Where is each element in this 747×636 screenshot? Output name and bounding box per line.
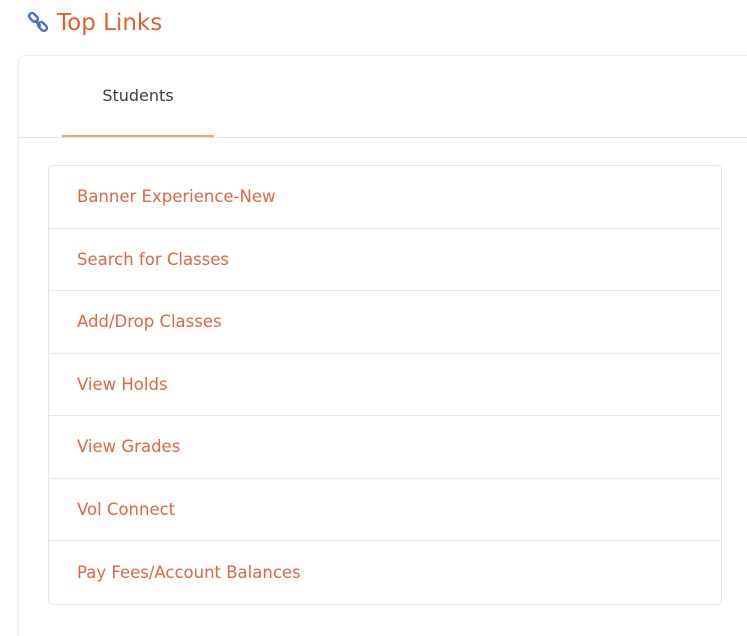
top-links-card: Students Banner Experience-New Search fo… [18,55,747,636]
link-icon [26,11,50,35]
link-search-for-classes[interactable]: Search for Classes [49,229,721,291]
link-pay-fees-account-balances[interactable]: Pay Fees/Account Balances [49,541,721,604]
link-banner-experience-new[interactable]: Banner Experience-New [49,166,721,229]
widget-title: Top Links [57,10,163,36]
link-view-holds[interactable]: View Holds [49,354,721,416]
link-vol-connect[interactable]: Vol Connect [49,479,721,541]
tab-bar: Students [19,56,747,138]
link-add-drop-classes[interactable]: Add/Drop Classes [49,291,721,354]
widget-header: Top Links [26,6,162,40]
tab-students[interactable]: Students [62,56,214,137]
link-view-grades[interactable]: View Grades [49,416,721,479]
links-list: Banner Experience-New Search for Classes… [48,165,722,605]
